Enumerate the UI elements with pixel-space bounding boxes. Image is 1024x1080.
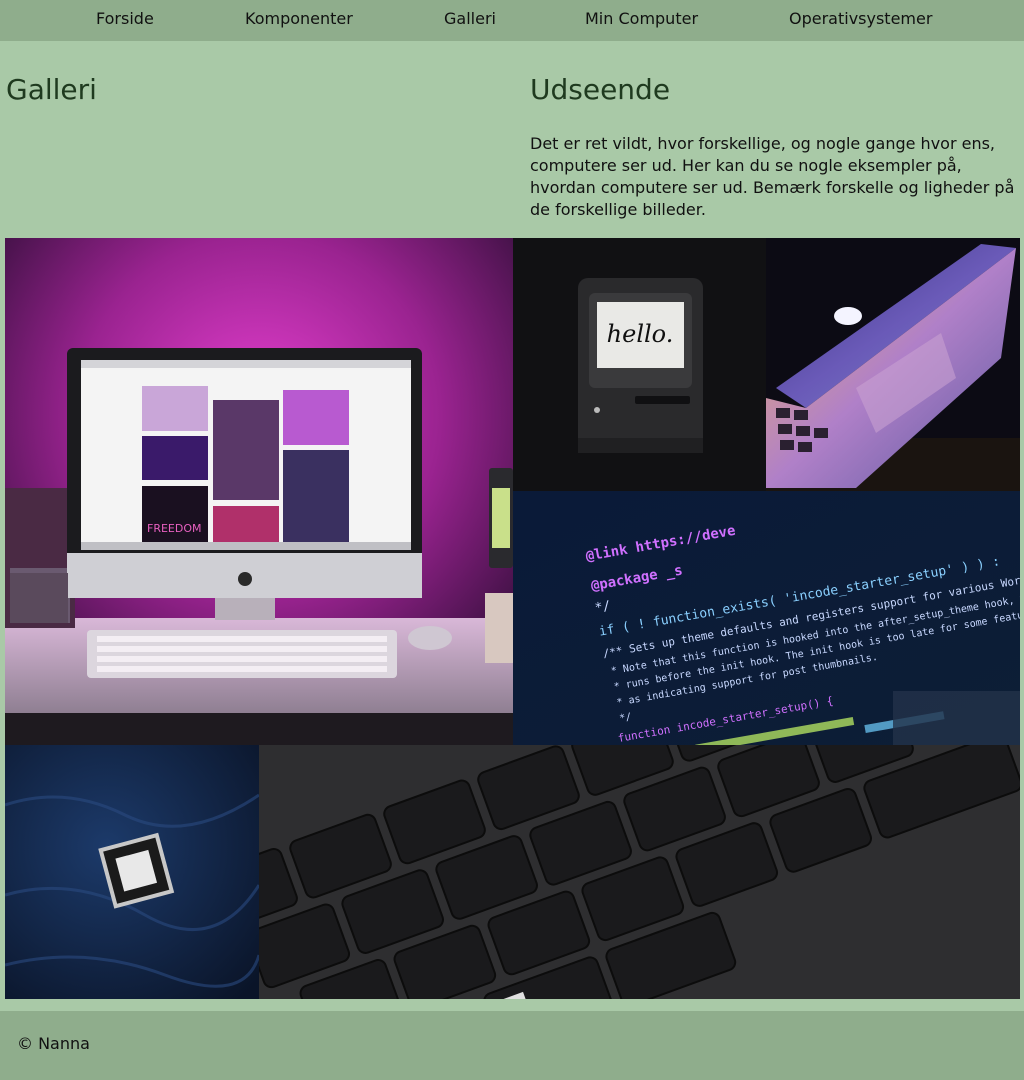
nav-link-min-computer[interactable]: Min Computer	[585, 9, 698, 28]
apple-logo-icon	[238, 572, 252, 586]
footer: © Nanna	[0, 1011, 1024, 1080]
nav-link-komponenter[interactable]: Komponenter	[245, 9, 353, 28]
gallery-image-retro-mac[interactable]: hello.	[513, 238, 766, 491]
retro-mac-photo: hello.	[513, 238, 766, 491]
nav-link-forside[interactable]: Forside	[96, 9, 154, 28]
code-line-3: */	[594, 599, 612, 616]
gallery-image-code-screen[interactable]: @link https://deve @package _s */ if ( !…	[513, 491, 1020, 745]
top-navigation: Forside Komponenter Galleri Min Computer…	[0, 0, 1024, 41]
section-title: Udseende	[530, 73, 671, 106]
intro-paragraph: Det er ret vildt, hvor forskellige, og n…	[530, 134, 1015, 219]
nav-link-galleri[interactable]: Galleri	[444, 9, 496, 28]
code-line-9: */	[619, 712, 633, 725]
freedom-text: FREEDOM	[147, 522, 202, 535]
imac-photo: FREEDOM	[5, 238, 513, 745]
hello-text: hello.	[607, 320, 674, 348]
code-screen-photo: @link https://deve @package _s */ if ( !…	[513, 491, 1020, 745]
apple-logo-icon	[834, 307, 862, 325]
gallery-image-imac[interactable]: FREEDOM	[5, 238, 513, 745]
gallery-image-macbook[interactable]	[766, 238, 1020, 491]
apple-logo-icon	[594, 407, 600, 413]
nav-link-operativsystemer[interactable]: Operativsystemer	[789, 9, 932, 28]
keyboard-photo	[259, 745, 1020, 999]
footer-copyright: © Nanna	[17, 1034, 90, 1053]
cpu-chip-photo	[5, 745, 259, 999]
gallery-image-cpu-chip[interactable]	[5, 745, 259, 999]
macbook-photo	[766, 238, 1020, 491]
gallery-image-keyboard[interactable]	[259, 745, 1020, 999]
page-title: Galleri	[6, 73, 97, 106]
